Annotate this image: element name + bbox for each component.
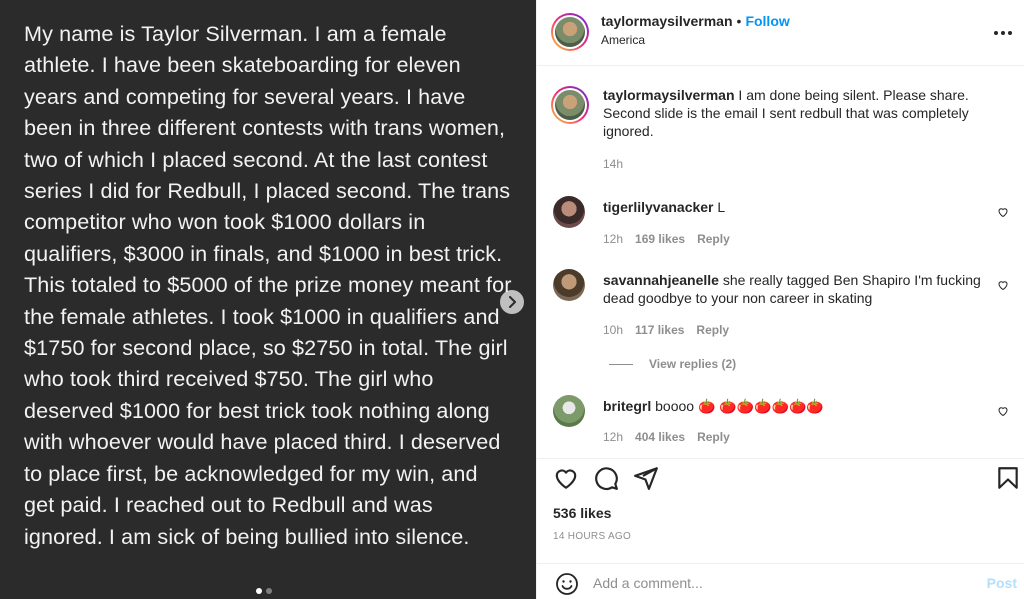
post-side-panel: taylormaysilverman • Follow America taylor… <box>536 0 1024 599</box>
comment-likes[interactable]: 404 likes <box>635 430 685 444</box>
comment-meta: 10h 117 likes Reply <box>603 323 729 337</box>
comment-meta: 12h 404 likes Reply <box>603 430 730 444</box>
emoji-icon[interactable] <box>555 572 579 596</box>
header-username[interactable]: taylormaysilverman <box>601 13 733 29</box>
reply-button[interactable]: Reply <box>697 430 730 444</box>
reply-button[interactable]: Reply <box>697 232 730 246</box>
header-user-line: taylormaysilverman • Follow <box>601 13 790 29</box>
post-timestamp[interactable]: 14 HOURS AGO <box>553 531 631 542</box>
comment-item: tigerlilyvanacker L 12h 169 likes Reply <box>553 196 1009 246</box>
comment-text: britegrl boooo 🍅 🍅🍅🍅🍅🍅🍅 <box>603 397 993 415</box>
header-location[interactable]: America <box>601 33 645 47</box>
commenter-avatar[interactable] <box>553 395 585 427</box>
comment-likes[interactable]: 117 likes <box>635 323 684 337</box>
post-actions: 536 likes 14 HOURS AGO <box>537 458 1024 552</box>
bookmark-icon[interactable] <box>995 465 1021 491</box>
comment-body: L <box>717 199 726 215</box>
caption-meta: 14h <box>603 157 623 171</box>
commenter-avatar[interactable] <box>553 196 585 228</box>
carousel-dot <box>266 588 272 594</box>
comment-username[interactable]: tigerlilyvanacker <box>603 199 714 215</box>
comment-meta: 12h 169 likes Reply <box>603 232 730 246</box>
heart-outline-icon[interactable] <box>997 405 1009 417</box>
comment-likes[interactable]: 169 likes <box>635 232 685 246</box>
caption-time[interactable]: 14h <box>603 157 623 171</box>
comment-input[interactable] <box>593 571 953 595</box>
heart-outline-icon[interactable] <box>997 206 1009 218</box>
comment-icon[interactable] <box>593 465 619 491</box>
caption-username[interactable]: taylormaysilverman <box>603 87 735 103</box>
add-comment-bar: Post <box>537 563 1024 599</box>
commenter-avatar[interactable] <box>553 269 585 301</box>
carousel-dots <box>256 588 272 594</box>
post-media: My name is Taylor Silverman. I am a fema… <box>0 0 536 599</box>
post-button[interactable]: Post <box>987 575 1017 591</box>
comment-body: boooo 🍅 🍅🍅🍅🍅🍅🍅 <box>655 398 824 414</box>
comment-text: savannahjeanelle she really tagged Ben S… <box>603 271 993 307</box>
reply-button[interactable]: Reply <box>696 323 729 337</box>
comment-time[interactable]: 12h <box>603 232 623 246</box>
share-icon[interactable] <box>633 465 659 491</box>
carousel-dot-active <box>256 588 262 594</box>
caption-text: taylormaysilverman I am done being silen… <box>603 86 993 140</box>
comments-section[interactable]: taylormaysilverman I am done being silen… <box>537 66 1024 458</box>
comment-username[interactable]: savannahjeanelle <box>603 272 719 288</box>
more-horizontal-icon[interactable] <box>993 20 1013 41</box>
next-slide-button[interactable] <box>500 290 524 314</box>
chevron-right-icon <box>509 296 516 308</box>
view-replies-button[interactable]: View replies (2) <box>609 357 736 371</box>
comment-time[interactable]: 12h <box>603 430 623 444</box>
avatar[interactable] <box>551 13 589 51</box>
caption-avatar[interactable] <box>551 86 589 124</box>
comment-item: savannahjeanelle she really tagged Ben S… <box>553 269 1009 379</box>
comment-username[interactable]: britegrl <box>603 398 651 414</box>
header-separator: • <box>736 13 742 29</box>
view-replies-label[interactable]: View replies (2) <box>649 357 736 371</box>
view-replies-line <box>609 363 633 365</box>
post-header: taylormaysilverman • Follow America <box>537 0 1024 66</box>
comment-text: tigerlilyvanacker L <box>603 198 993 216</box>
heart-icon[interactable] <box>553 465 579 491</box>
caption: taylormaysilverman I am done being silen… <box>551 86 1009 176</box>
likes-count[interactable]: 536 likes <box>553 505 611 521</box>
follow-button[interactable]: Follow <box>745 13 789 29</box>
heart-outline-icon[interactable] <box>997 279 1009 291</box>
comment-time[interactable]: 10h <box>603 323 623 337</box>
media-text: My name is Taylor Silverman. I am a fema… <box>24 21 512 549</box>
comment-item: britegrl boooo 🍅 🍅🍅🍅🍅🍅🍅 12h 404 likes Re… <box>553 395 1009 445</box>
